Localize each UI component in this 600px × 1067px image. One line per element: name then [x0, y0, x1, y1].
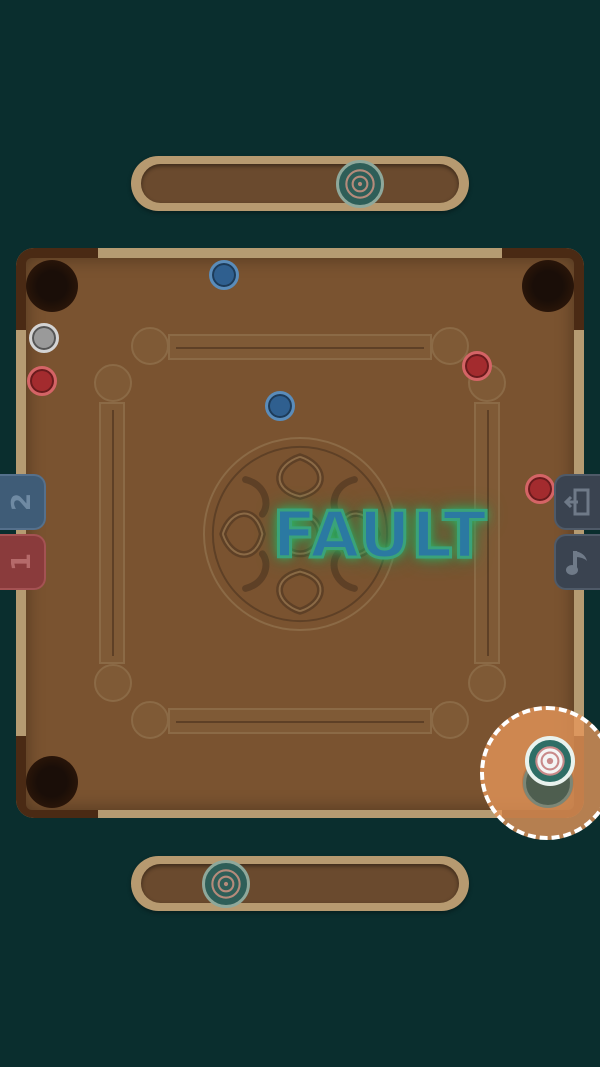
- blue-coin: [265, 391, 295, 421]
- active-striker-icon[interactable]: [525, 736, 575, 786]
- exit-door-icon: [564, 488, 590, 516]
- player-1-tab[interactable]: 1: [0, 534, 46, 590]
- baseline-circle: [131, 327, 169, 365]
- baseline-circle: [468, 664, 506, 702]
- baseline-left: [99, 402, 125, 664]
- exit-button[interactable]: [554, 474, 600, 530]
- rail-track: [141, 164, 459, 203]
- music-note-icon: [566, 551, 587, 575]
- pocket-top-right: [522, 260, 574, 312]
- fault-message: FAULT: [271, 498, 488, 575]
- red-coin: [27, 366, 57, 396]
- baseline-circle: [131, 701, 169, 739]
- white-coin: [29, 323, 59, 353]
- opponent-striker-icon: [336, 160, 384, 208]
- music-button[interactable]: [554, 534, 600, 590]
- player-striker-icon: [202, 860, 250, 908]
- baseline-top: [168, 334, 432, 360]
- baseline-bottom: [168, 708, 432, 734]
- red-coin: [525, 474, 555, 504]
- player-1-label: 1: [7, 552, 37, 572]
- baseline-circle: [94, 664, 132, 702]
- blue-coin: [209, 260, 239, 290]
- red-coin: [462, 351, 492, 381]
- pocket-top-left: [26, 260, 78, 312]
- player-2-tab[interactable]: 2: [0, 474, 46, 530]
- pocket-bottom-left: [26, 756, 78, 808]
- player-striker-rail: [131, 856, 469, 911]
- rail-track: [141, 864, 459, 903]
- player-2-label: 2: [7, 492, 37, 512]
- opponent-striker-rail: [131, 156, 469, 211]
- baseline-circle: [94, 364, 132, 402]
- baseline-circle: [431, 701, 469, 739]
